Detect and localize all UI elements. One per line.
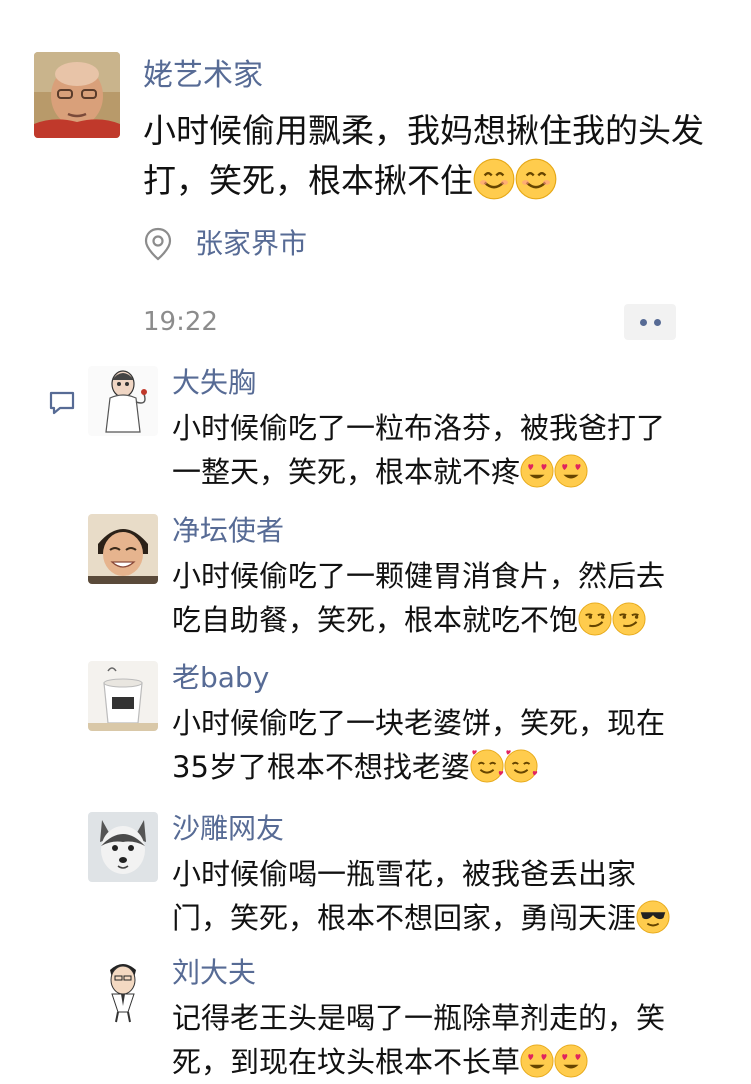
comment-text-content: 小时候偷喝一瓶雪花，被我爸丢出家门，笑死，根本不想回家，勇闯天涯 bbox=[172, 857, 637, 935]
comment-author-name[interactable]: 沙雕网友 bbox=[172, 812, 284, 846]
smirk-emoji-icon bbox=[578, 602, 612, 636]
dot-icon bbox=[639, 318, 647, 326]
cup-avatar-image bbox=[88, 661, 158, 731]
comment-item: 大失胸 小时候偷吃了一粒布洛芬，被我爸打了一整天，笑死，根本就不疼 bbox=[88, 366, 728, 496]
post-text-content: 小时候偷用飘柔，我妈想揪住我的头发打，笑死，根本揪不住 bbox=[143, 111, 704, 200]
comment-avatar[interactable] bbox=[88, 661, 158, 731]
husky-dog-avatar-image bbox=[88, 812, 158, 882]
comment-avatar[interactable] bbox=[88, 812, 158, 882]
comment-text: 小时候偷吃了一块老婆饼，笑死，现在35岁了根本不想找老婆 bbox=[172, 701, 692, 789]
comment-item: 净坛使者 小时候偷吃了一颗健胃消食片，然后去吃自助餐，笑死，根本就吃不饱 bbox=[88, 514, 728, 644]
post-time: 19:22 bbox=[143, 307, 218, 337]
smile-emoji-icon bbox=[473, 158, 515, 200]
comment-icon bbox=[48, 390, 76, 420]
comment-author-name[interactable]: 老baby bbox=[172, 661, 269, 695]
smiling-person-avatar-image bbox=[88, 514, 158, 584]
post-author-name[interactable]: 姥艺术家 bbox=[143, 58, 263, 94]
comment-avatar[interactable] bbox=[88, 514, 158, 584]
comment-item: 老baby 小时候偷吃了一块老婆饼，笑死，现在35岁了根本不想找老婆 bbox=[88, 661, 728, 791]
post-location[interactable]: 张家界市 bbox=[143, 222, 307, 266]
heart-eyes-emoji-icon bbox=[554, 1044, 588, 1078]
location-text[interactable]: 张家界市 bbox=[195, 222, 307, 266]
location-pin-icon bbox=[144, 227, 172, 261]
heart-eyes-emoji-icon bbox=[520, 1044, 554, 1078]
comment-text-content: 小时候偷吃了一块老婆饼，笑死，现在35岁了根本不想找老婆 bbox=[172, 706, 666, 784]
comment-text-content: 小时候偷吃了一粒布洛芬，被我爸打了一整天，笑死，根本就不疼 bbox=[172, 411, 666, 489]
comment-text: 小时候偷喝一瓶雪花，被我爸丢出家门，笑死，根本不想回家，勇闯天涯 bbox=[172, 852, 692, 940]
comment-item: 沙雕网友 小时候偷喝一瓶雪花，被我爸丢出家门，笑死，根本不想回家，勇闯天涯 bbox=[88, 812, 728, 942]
smirk-emoji-icon bbox=[612, 602, 646, 636]
old-man-avatar-image bbox=[34, 52, 120, 138]
comment-text: 记得老王头是喝了一瓶除草剂走的，笑死，到现在坟头根本不长草 bbox=[172, 996, 692, 1084]
heart-eyes-emoji-icon bbox=[554, 454, 588, 488]
more-actions-button[interactable] bbox=[624, 304, 676, 340]
comment-text-content: 记得老王头是喝了一瓶除草剂走的，笑死，到现在坟头根本不长草 bbox=[172, 1001, 666, 1079]
comment-text: 小时候偷吃了一颗健胃消食片，然后去吃自助餐，笑死，根本就吃不饱 bbox=[172, 554, 692, 642]
heart-eyes-emoji-icon bbox=[520, 454, 554, 488]
dot-icon bbox=[653, 318, 661, 326]
smiling-hearts-emoji-icon bbox=[504, 749, 538, 783]
comment-text: 小时候偷吃了一粒布洛芬，被我爸打了一整天，笑死，根本就不疼 bbox=[172, 406, 692, 494]
smiling-hearts-emoji-icon bbox=[470, 749, 504, 783]
comment-author-name[interactable]: 净坛使者 bbox=[172, 514, 284, 548]
sunglasses-emoji-icon bbox=[636, 900, 670, 934]
comment-author-name[interactable]: 刘大夫 bbox=[172, 956, 256, 990]
comment-avatar[interactable] bbox=[88, 366, 158, 436]
author-avatar[interactable] bbox=[34, 52, 120, 138]
smile-emoji-icon bbox=[515, 158, 557, 200]
comment-author-name[interactable]: 大失胸 bbox=[172, 366, 256, 400]
comment-item: 刘大夫 记得老王头是喝了一瓶除草剂走的，笑死，到现在坟头根本不长草 bbox=[88, 956, 728, 1081]
post-text: 小时候偷用飘柔，我妈想揪住我的头发打，笑死，根本揪不住 bbox=[143, 106, 723, 206]
sketch-figure-avatar-image bbox=[88, 366, 158, 436]
cartoon-man-avatar-image bbox=[88, 956, 158, 1026]
comment-avatar[interactable] bbox=[88, 956, 158, 1026]
